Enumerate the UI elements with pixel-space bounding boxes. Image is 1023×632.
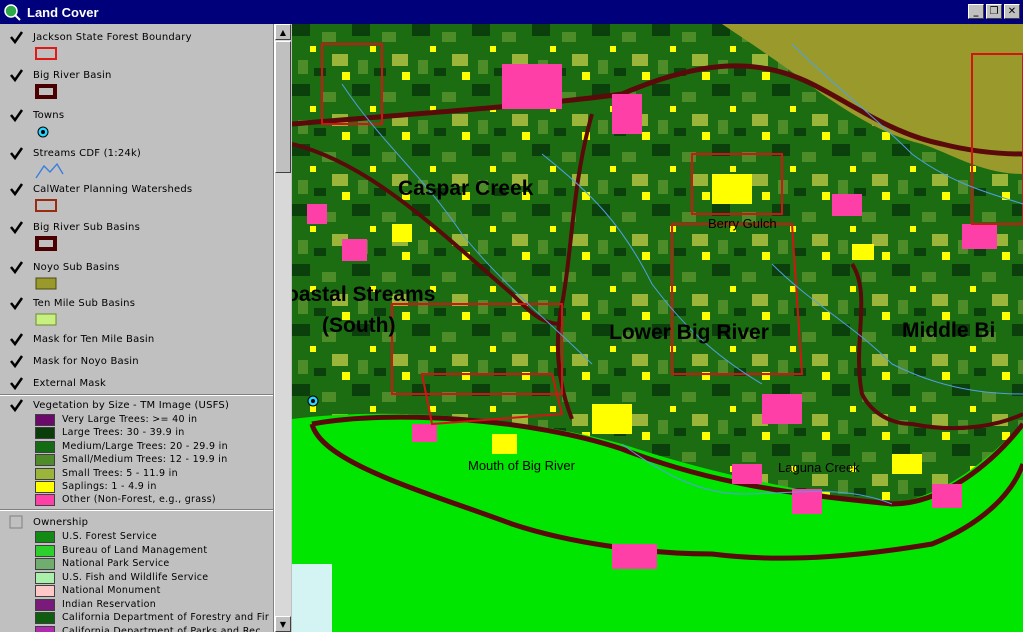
- layer-name[interactable]: Streams CDF (1:24k): [33, 148, 141, 159]
- olive-fill-icon: [35, 276, 59, 295]
- legend-label: Small/Medium Trees: 12 - 19.9 in: [62, 454, 228, 466]
- label-lower-big-river: Lower Big River: [609, 321, 769, 344]
- legend-swatch: [35, 481, 55, 493]
- layer-checkbox[interactable]: [9, 332, 24, 347]
- legend-swatch: [35, 625, 55, 632]
- legend-swatch: [35, 440, 55, 453]
- legend-label: California Department of Parks and Rec: [62, 625, 261, 632]
- legend-swatch: [35, 612, 55, 624]
- label-berry-gulch: Berry Gulch: [708, 216, 777, 231]
- layer-name[interactable]: Vegetation by Size - TM Image (USFS): [33, 400, 229, 411]
- legend-swatch: [35, 598, 55, 611]
- globe-icon: [4, 4, 21, 21]
- legend-swatch: [35, 454, 55, 467]
- minimize-button[interactable]: _: [968, 4, 984, 19]
- scroll-up-button[interactable]: ▲: [275, 24, 291, 40]
- window-title: Land Cover: [27, 4, 99, 20]
- legend-swatch: [35, 571, 55, 584]
- layer-checkbox[interactable]: [9, 376, 24, 391]
- legend-swatch: [35, 585, 55, 597]
- map-canvas[interactable]: Caspar Creek oastal Streams (South) Lowe…: [292, 24, 1023, 632]
- layer-name[interactable]: Mask for Noyo Basin: [33, 356, 139, 367]
- label-mouth-of-big-river: Mouth of Big River: [468, 458, 575, 473]
- layer-name[interactable]: Big River Sub Basins: [33, 222, 140, 233]
- lime-fill-icon: [35, 312, 59, 331]
- layer-name[interactable]: Noyo Sub Basins: [33, 262, 120, 273]
- layer-checkbox[interactable]: [9, 398, 24, 413]
- legend-label: U.S. Forest Service: [62, 531, 158, 542]
- layer-checkbox[interactable]: [9, 260, 24, 275]
- layer-checkbox[interactable]: [9, 108, 24, 123]
- legend-label: National Park Service: [62, 558, 170, 569]
- scroll-down-button[interactable]: ▼: [275, 616, 291, 632]
- restore-button[interactable]: ❐: [986, 4, 1002, 19]
- layer-name[interactable]: Big River Basin: [33, 70, 112, 81]
- red-outline-box-icon: [35, 46, 59, 65]
- layer-checkbox[interactable]: [9, 146, 24, 161]
- table-of-contents: Jackson State Forest Boundary Big River B…: [0, 24, 274, 632]
- label-middle-big: Middle Bi: [902, 319, 996, 342]
- dark-red-thick-box-icon: [35, 236, 59, 256]
- legend-label: Medium/Large Trees: 20 - 29.9 in: [62, 440, 228, 452]
- label-laguna-creek: Laguna Creek: [778, 460, 860, 475]
- toc-separator: [0, 394, 273, 396]
- legend-swatch: [35, 427, 55, 440]
- layer-name[interactable]: Ownership: [33, 517, 88, 528]
- legend-swatch: [35, 494, 55, 507]
- legend-label: Very Large Trees: >= 40 in: [62, 414, 198, 425]
- dark-red-thick-box-icon: [35, 84, 59, 104]
- blue-line-icon: [35, 162, 65, 184]
- layer-name[interactable]: Jackson State Forest Boundary: [33, 32, 192, 43]
- layer-checkbox[interactable]: [9, 296, 24, 311]
- legend-label: Bureau of Land Management: [62, 544, 208, 556]
- layer-checkbox[interactable]: [9, 220, 24, 235]
- legend-swatch: [35, 544, 55, 557]
- legend-label: National Monument: [62, 585, 161, 596]
- close-button[interactable]: ✕: [1004, 4, 1020, 19]
- layer-checkbox[interactable]: [9, 68, 24, 83]
- legend-label: Other (Non-Forest, e.g., grass): [62, 494, 216, 506]
- layer-name[interactable]: External Mask: [33, 378, 106, 389]
- toc-separator: [0, 509, 273, 511]
- legend-label: Indian Reservation: [62, 598, 157, 610]
- legend-swatch: [35, 558, 55, 570]
- legend-label: Saplings: 1 - 4.9 in: [62, 481, 157, 492]
- layer-name[interactable]: Ten Mile Sub Basins: [33, 298, 135, 309]
- layer-checkbox[interactable]: [9, 182, 24, 197]
- window-titlebar[interactable]: Land Cover _ ❐ ✕: [0, 0, 1023, 24]
- brown-outline-box-icon: [35, 198, 59, 217]
- layer-checkbox[interactable]: [9, 354, 24, 369]
- cyan-circle-icon: [35, 124, 51, 144]
- label-coastal-streams: oastal Streams: [292, 283, 436, 306]
- scroll-thumb[interactable]: [275, 41, 291, 173]
- toc-scrollbar[interactable]: ▲ ▼: [274, 24, 291, 632]
- label-caspar-creek: Caspar Creek: [398, 177, 534, 200]
- layer-name[interactable]: Towns: [33, 110, 64, 121]
- legend-label: U.S. Fish and Wildlife Service: [62, 571, 209, 583]
- layer-checkbox[interactable]: [9, 30, 24, 45]
- legend-swatch: [35, 467, 55, 480]
- legend-swatch: [35, 531, 55, 543]
- layer-name[interactable]: CalWater Planning Watersheds: [33, 184, 192, 195]
- layer-name[interactable]: Mask for Ten Mile Basin: [33, 334, 154, 345]
- legend-label: Small Trees: 5 - 11.9 in: [62, 467, 178, 479]
- label-south: (South): [322, 314, 396, 337]
- legend-label: Large Trees: 30 - 39.9 in: [62, 427, 185, 439]
- legend-swatch: [35, 414, 55, 426]
- layer-checkbox[interactable]: [9, 515, 24, 530]
- legend-label: California Department of Forestry and Fi…: [62, 612, 270, 623]
